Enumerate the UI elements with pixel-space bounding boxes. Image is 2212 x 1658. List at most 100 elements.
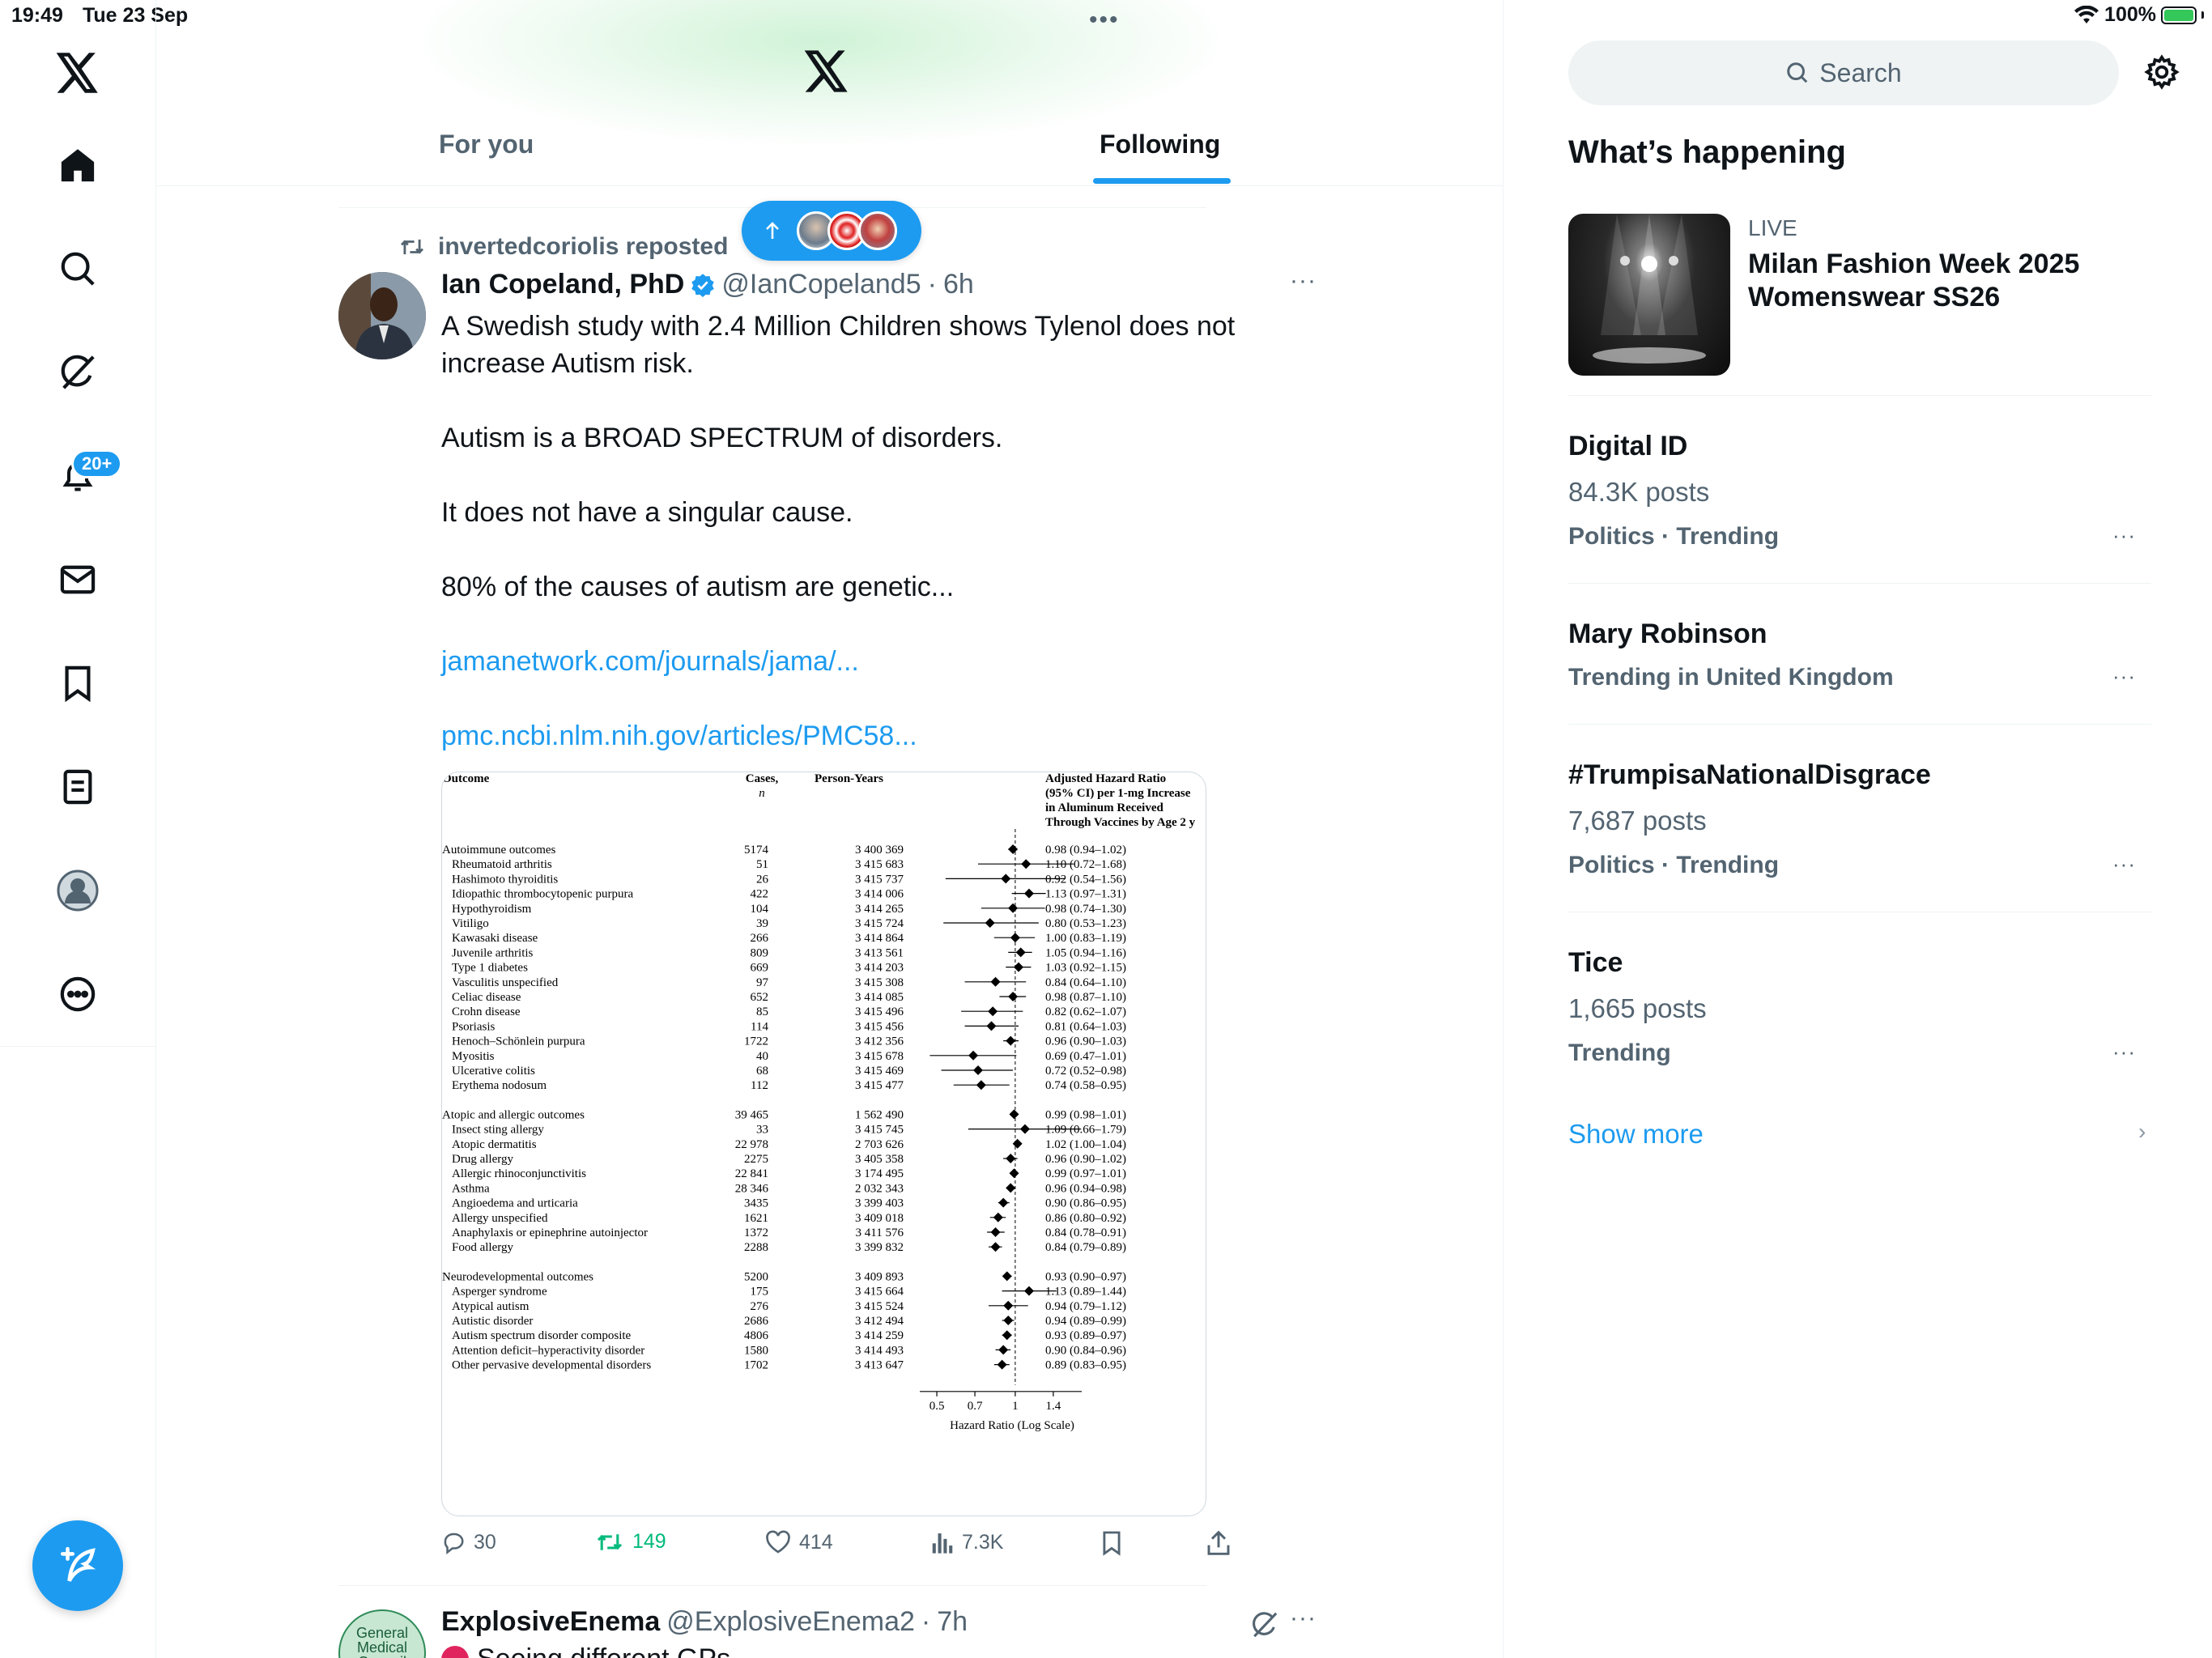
share-button[interactable] — [1206, 1530, 1231, 1556]
hr-point — [1006, 1035, 1016, 1046]
trend-more-icon[interactable]: ··· — [2112, 852, 2136, 877]
like-count: 414 — [799, 1530, 833, 1554]
x-logo-icon[interactable] — [37, 32, 118, 113]
search-icon[interactable] — [37, 228, 118, 309]
grok-icon[interactable] — [37, 332, 118, 413]
hr-point — [990, 1242, 1001, 1252]
new-posts-pill[interactable] — [742, 201, 921, 261]
hr-point — [1008, 844, 1019, 854]
row-label: Autism spectrum disorder composite — [452, 1329, 632, 1342]
tweet-link[interactable]: jamanetwork.com/journals/jama/... — [441, 643, 1251, 680]
views-button[interactable]: 7.3K — [931, 1530, 1003, 1554]
column-header-outcome: Outcome — [442, 772, 490, 785]
row-label: Type 1 diabetes — [452, 962, 528, 975]
row-label: Vasculitis unspecified — [452, 976, 559, 989]
hr-point — [1006, 1183, 1016, 1193]
row-cases: 51 — [756, 858, 768, 871]
tweet-media-chart[interactable]: Outcome Cases, n Person-Years Adjusted Hazar… — [441, 772, 1206, 1516]
profile-icon[interactable] — [37, 850, 118, 931]
column-header-hazard-ratio: in Aluminum Received — [1045, 801, 1163, 814]
bookmark-button[interactable] — [1101, 1530, 1122, 1556]
reply-button[interactable]: 30 — [441, 1530, 496, 1554]
row-label: Rheumatoid arthritis — [452, 858, 552, 871]
hr-point — [1008, 903, 1019, 913]
hr-point — [1006, 1154, 1016, 1163]
row-person-years: 3 415 477 — [855, 1079, 904, 1092]
author-handle[interactable]: @IanCopeland5 — [721, 269, 921, 300]
timeline-tabs: For you Following — [156, 113, 1503, 186]
settings-gear-icon[interactable] — [2143, 53, 2180, 95]
like-button[interactable]: 414 — [765, 1530, 833, 1554]
live-event-title[interactable]: Milan Fashion Week 2025 Womenswear SS26 — [1748, 248, 2137, 314]
bookmarks-icon[interactable] — [37, 643, 118, 724]
row-cases: 1722 — [744, 1035, 768, 1048]
trend-meta: Trending — [1568, 1039, 1671, 1066]
hr-point — [997, 1359, 1007, 1370]
trend-more-icon[interactable]: ··· — [2112, 1039, 2136, 1065]
row-cases: 39 — [756, 917, 768, 930]
hr-point — [1015, 947, 1026, 958]
compose-button[interactable] — [32, 1520, 123, 1611]
views-icon — [932, 1533, 953, 1554]
section-title: What’s happening — [1568, 134, 1846, 170]
row-hr-value: 0.96 (0.90–1.03) — [1045, 1035, 1126, 1048]
show-more-link[interactable]: Show more — [1568, 1119, 1704, 1150]
row-person-years: 3 412 356 — [855, 1035, 904, 1048]
row-cases: 1621 — [744, 1212, 768, 1225]
avatar[interactable] — [338, 272, 426, 359]
trend-more-icon[interactable]: ··· — [2112, 523, 2136, 548]
column-header-cases: Cases, — [746, 772, 779, 785]
repost-button[interactable]: 149 — [595, 1530, 666, 1554]
search-input[interactable]: Search — [1568, 40, 2119, 105]
row-label: Idiopathic thrombocytopenic purpura — [452, 888, 633, 901]
grok-icon[interactable] — [1251, 1611, 1278, 1643]
tweet-more-icon[interactable]: ··· — [1290, 1605, 1317, 1632]
messages-icon[interactable] — [37, 539, 118, 620]
tweet-time[interactable]: 6h — [943, 269, 974, 300]
row-hr-value: 0.86 (0.80–0.92) — [1045, 1212, 1126, 1225]
row-label: Atypical autism — [452, 1300, 530, 1313]
tab-following[interactable]: Following — [1100, 130, 1220, 159]
tweet-link[interactable]: pmc.ncbi.nlm.nih.gov/articles/PMC58... — [441, 717, 1251, 755]
more-icon[interactable] — [37, 954, 118, 1035]
live-event-image[interactable] — [1568, 214, 1730, 376]
row-cases: 104 — [751, 903, 769, 916]
author-handle[interactable]: @ExplosiveEnema2 — [666, 1606, 915, 1638]
row-label: Vitiligo — [452, 917, 489, 930]
row-cases: 2275 — [744, 1153, 768, 1166]
trend-name[interactable]: Mary Robinson — [1568, 619, 1767, 650]
row-hr-value: 0.98 (0.94–1.02) — [1045, 844, 1126, 857]
row-person-years: 3 411 576 — [856, 1226, 904, 1239]
x-tick-label: 0.5 — [929, 1400, 945, 1413]
trend-more-icon[interactable]: ··· — [2112, 664, 2136, 689]
row-label: Autoimmune outcomes — [442, 844, 556, 857]
author-name[interactable]: ExplosiveEnema — [441, 1606, 660, 1638]
row-label: Psoriasis — [452, 1020, 496, 1033]
author-name[interactable]: Ian Copeland, PhD — [441, 269, 684, 300]
share-icon — [1207, 1530, 1230, 1555]
avatar[interactable]: General Medical Council — [338, 1609, 426, 1658]
column-header-hazard-ratio: Adjusted Hazard Ratio — [1045, 772, 1166, 785]
row-cases: 669 — [751, 962, 769, 975]
tab-for-you[interactable]: For you — [439, 130, 534, 159]
lists-icon[interactable] — [37, 746, 118, 827]
row-hr-value: 1.02 (1.00–1.04) — [1045, 1138, 1126, 1151]
row-person-years: 2 032 343 — [855, 1182, 904, 1195]
hr-point — [1009, 1109, 1019, 1120]
multitask-dots[interactable]: ••• — [1089, 6, 1120, 34]
column-header-hazard-ratio: (95% CI) per 1-mg Increase — [1045, 787, 1191, 800]
home-icon[interactable] — [37, 125, 118, 206]
row-person-years: 3 415 724 — [855, 917, 904, 930]
tweet-time[interactable]: 7h — [937, 1606, 968, 1638]
tweet-more-icon[interactable]: ··· — [1290, 267, 1317, 295]
repost-label[interactable]: invertedcoriolis reposted — [438, 233, 728, 261]
trend-name[interactable]: Digital ID — [1568, 431, 1687, 462]
row-cases: 22 841 — [735, 1167, 768, 1180]
row-person-years: 3 415 469 — [855, 1065, 904, 1078]
trend-name[interactable]: #TrumpisaNationalDisgrace — [1568, 759, 1931, 791]
trend-divider — [1568, 724, 2151, 725]
hr-point — [993, 1212, 1003, 1222]
trend-name[interactable]: Tice — [1568, 947, 1623, 979]
row-cases: 2288 — [744, 1241, 768, 1254]
hr-point — [998, 1197, 1009, 1208]
